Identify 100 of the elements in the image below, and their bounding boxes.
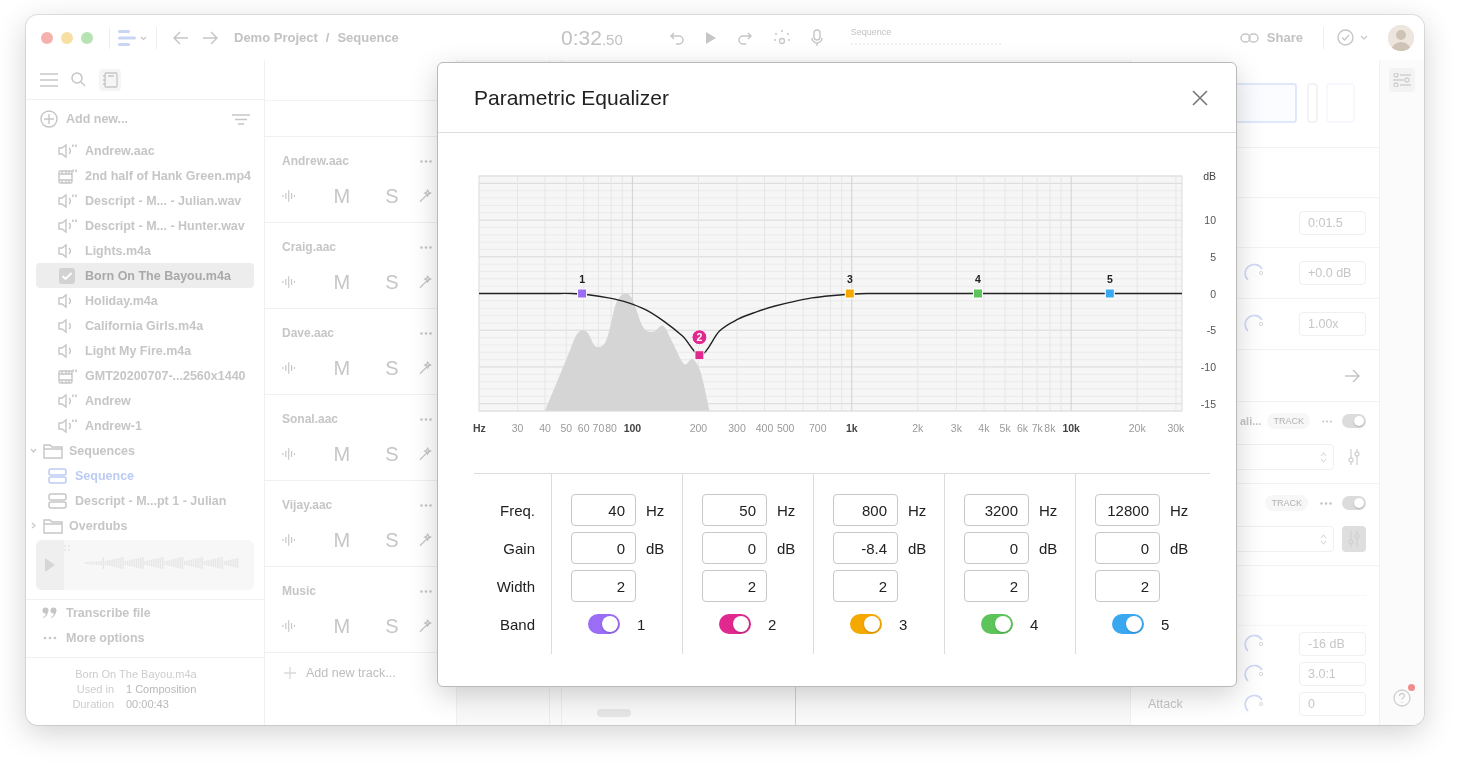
frequency-field[interactable]: 40 [571, 494, 636, 526]
app-logo-icon[interactable] [118, 28, 148, 47]
add-icon[interactable] [40, 110, 58, 128]
more-icon[interactable] [420, 417, 432, 421]
share-button[interactable]: Share [1266, 30, 1303, 45]
band-handle[interactable] [973, 288, 983, 299]
more-icon[interactable] [420, 331, 432, 335]
sliders-button[interactable] [1342, 526, 1366, 552]
microphone-icon[interactable] [810, 28, 823, 47]
redo-icon[interactable] [736, 30, 753, 45]
mute-button[interactable]: M [333, 270, 351, 294]
sidebar-item[interactable]: Andrew-1 [36, 413, 254, 438]
more-icon[interactable] [420, 503, 432, 507]
band-toggle[interactable] [981, 614, 1013, 634]
value-field[interactable]: 3.0:1 [1299, 662, 1366, 686]
width-field[interactable]: 2 [702, 570, 767, 602]
close-button[interactable] [1192, 89, 1208, 106]
more-icon[interactable] [420, 589, 432, 593]
magic-wand-icon[interactable] [418, 533, 432, 547]
gain-field[interactable]: 0 [702, 532, 767, 564]
sidebar-item[interactable]: Descript - M...pt 1 - Julian [26, 488, 264, 513]
frequency-field[interactable]: 12800 [1095, 494, 1160, 526]
value-field[interactable]: 0:01.5 [1299, 210, 1366, 235]
effect-toggle[interactable] [1342, 414, 1366, 428]
band-toggle[interactable] [1112, 614, 1144, 634]
band-handle[interactable] [694, 350, 705, 361]
band-handle[interactable] [577, 288, 588, 299]
value-field[interactable]: +0.0 dB [1299, 261, 1366, 285]
magic-wand-icon[interactable] [418, 189, 432, 203]
waveform-icon[interactable] [282, 533, 296, 547]
more-icon[interactable] [1320, 501, 1332, 505]
avatar[interactable] [1388, 24, 1414, 51]
action-item[interactable]: More options [26, 625, 264, 650]
solo-button[interactable]: S [385, 356, 399, 380]
sidebar-item[interactable]: GMT20200707-...2560x1440 [36, 363, 254, 388]
frequency-field[interactable]: 800 [833, 494, 898, 526]
magic-wand-icon[interactable] [418, 619, 432, 633]
sidebar-item[interactable]: Light My Fire.m4a [36, 338, 254, 363]
mute-button[interactable]: M [333, 614, 351, 638]
mute-button[interactable]: M [333, 528, 351, 552]
solo-button[interactable]: S [385, 614, 399, 638]
menu-icon[interactable] [40, 72, 58, 87]
sidebar-item[interactable]: Andrew.aac [36, 138, 254, 163]
sidebar-item[interactable]: California Girls.m4a [36, 313, 254, 338]
scrollbar-thumb[interactable] [597, 709, 631, 717]
chevron-down-icon[interactable] [30, 447, 37, 454]
waveform-icon[interactable] [282, 361, 296, 375]
sidebar-item[interactable]: Sequence [26, 463, 264, 488]
waveform-icon[interactable] [282, 619, 296, 633]
close-window-button[interactable] [41, 31, 53, 44]
folder-item[interactable]: Overdubs [26, 513, 264, 538]
filter-icon[interactable] [232, 113, 250, 125]
width-field[interactable]: 2 [1095, 570, 1160, 602]
band-handle[interactable] [844, 288, 855, 299]
undo-icon[interactable] [668, 30, 685, 45]
band-toggle[interactable] [719, 614, 751, 634]
breadcrumb-item[interactable]: Sequence [337, 30, 399, 45]
magic-wand-icon[interactable] [418, 275, 432, 289]
value-field[interactable]: 1.00x [1299, 312, 1366, 336]
help-icon[interactable] [1393, 689, 1411, 707]
minimize-window-button[interactable] [61, 31, 73, 44]
magic-wand-icon[interactable] [418, 361, 432, 375]
sidebar-item[interactable]: 2nd half of Hank Green.mp4 [36, 163, 254, 188]
folder-item[interactable]: Sequences [26, 438, 264, 463]
sidebar-item[interactable]: Born On The Bayou.m4a [36, 263, 254, 288]
band-toggle[interactable] [588, 614, 620, 634]
chevron-right-icon[interactable] [30, 522, 37, 529]
forward-arrow-icon[interactable] [202, 30, 218, 45]
frequency-field[interactable]: 3200 [964, 494, 1029, 526]
add-track-button[interactable]: Add new track... [306, 666, 396, 680]
gain-field[interactable]: -8.4 [833, 532, 898, 564]
band-toggle[interactable] [850, 614, 882, 634]
mute-button[interactable]: M [333, 442, 351, 466]
sidebar-item[interactable]: Andrew [36, 388, 254, 413]
gain-field[interactable]: 0 [1095, 532, 1160, 564]
more-icon[interactable] [1321, 419, 1332, 423]
solo-button[interactable]: S [385, 528, 399, 552]
zoom-window-button[interactable] [81, 31, 93, 44]
checkbox-icon[interactable] [58, 267, 78, 284]
solo-button[interactable]: S [385, 270, 399, 294]
solo-button[interactable]: S [385, 442, 399, 466]
action-item[interactable]: Transcribe file [26, 600, 264, 625]
more-icon[interactable] [420, 159, 432, 163]
magic-wand-icon[interactable] [418, 447, 432, 461]
value-field[interactable]: -16 dB [1299, 632, 1366, 656]
frequency-field[interactable]: 50 [702, 494, 767, 526]
breadcrumb-item[interactable]: Demo Project [234, 30, 318, 45]
gain-field[interactable]: 0 [571, 532, 636, 564]
sparkle-icon[interactable] [772, 28, 791, 47]
band-handle[interactable] [1104, 288, 1115, 299]
search-icon[interactable] [71, 72, 86, 87]
add-new-button[interactable]: Add new... [66, 112, 224, 126]
waveform-icon[interactable] [282, 447, 296, 461]
check-circle-icon[interactable] [1337, 29, 1354, 46]
notebook-icon[interactable] [102, 71, 118, 88]
mute-button[interactable]: M [333, 356, 351, 380]
sliders-button[interactable] [1389, 68, 1415, 92]
sidebar-item[interactable]: Lights.m4a [36, 238, 254, 263]
solo-button[interactable]: S [385, 184, 399, 208]
play-icon[interactable] [45, 558, 55, 572]
